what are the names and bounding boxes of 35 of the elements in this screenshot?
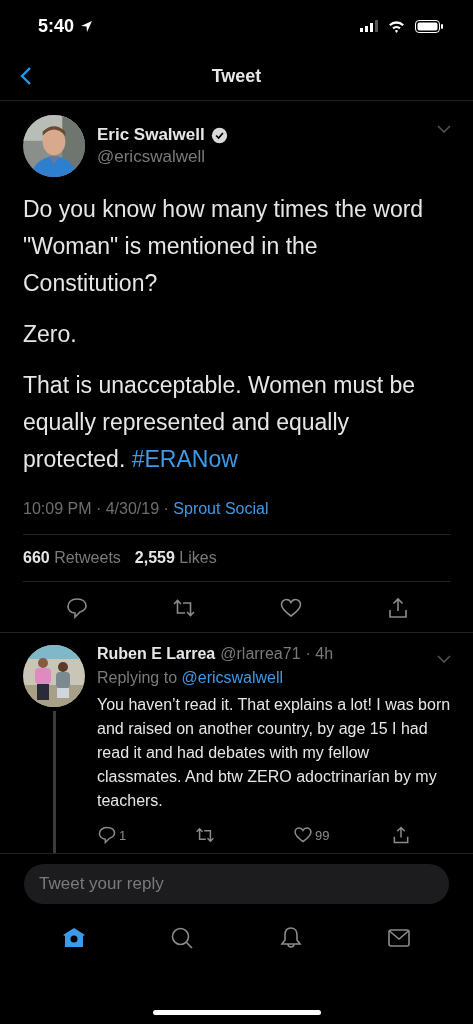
share-icon[interactable] [391,825,411,845]
source-link[interactable]: Sprout Social [173,500,269,517]
mention-link[interactable]: @ericswalwell [181,669,284,686]
status-time: 5:40 [38,15,75,37]
signal-icon [360,20,378,32]
retweet-count[interactable]: 660 Retweets [23,549,121,567]
heart-icon[interactable] [278,596,303,620]
heart-icon[interactable] [293,825,313,845]
author-handle[interactable]: @ericswalwell [97,147,425,167]
reply-text: You haven’t read it. That explains a lot! I was born and raised on another country, by age 15 I had read it and had debates with my fellow classmates. And btw ZERO adoctrinarían by my teachers. [97,695,451,811]
replying-to-text: Replying to @ericswalwell [97,669,285,687]
like-count: 99 [315,827,330,843]
location-arrow-icon [80,19,94,33]
chevron-down-icon[interactable] [437,655,451,663]
author-name[interactable]: Eric Swalwell [97,125,205,145]
reply-input-field[interactable]: Tweet your reply [24,864,449,904]
tweet-text: That is unacceptable. Women must be equally represented and equally protected. #ERANow [23,371,417,474]
retweet-icon[interactable] [195,825,215,845]
battery-icon [415,19,443,33]
tweet-text: Do you know how many times the word "Woman" is mentioned in the Constitution? [23,195,425,298]
chevron-down-icon[interactable] [437,125,451,133]
reply-author[interactable]: Ruben E Larrea [97,645,216,663]
tweet-text: Zero. [23,320,78,349]
reply-icon[interactable] [64,596,89,620]
page-title: Tweet [211,65,262,87]
reply-count: 1 [119,827,127,843]
back-icon[interactable] [20,66,32,86]
reply-handle[interactable]: @rlarrea71 [220,645,301,663]
like-count[interactable]: 2,559 Likes [134,549,217,567]
reply-age: · 4h [305,645,334,663]
hashtag-link[interactable]: #ERANow [131,446,238,472]
retweet-icon[interactable] [171,596,196,620]
tweet-timestamp: 10:09 PM · 4/30/19 · Sprout Social [23,500,451,535]
reply-icon[interactable] [97,825,117,845]
wifi-icon [388,19,405,33]
